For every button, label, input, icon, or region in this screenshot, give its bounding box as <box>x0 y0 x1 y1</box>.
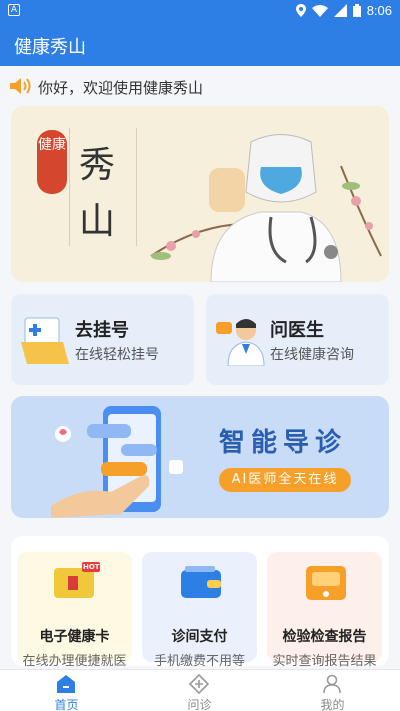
health-card-service[interactable]: HOT 电子健康卡 在线办理便捷就医 <box>17 552 132 669</box>
health-card-subtitle: 在线办理便捷就医 <box>22 654 127 669</box>
tab-home-label: 首页 <box>54 698 79 711</box>
consult-icon <box>188 674 210 694</box>
tab-home[interactable]: 首页 <box>0 670 133 711</box>
banner-char-2: 山 <box>79 201 116 242</box>
notification-badge: A <box>8 4 20 16</box>
banner-char-1: 秀 <box>79 145 116 186</box>
report-service[interactable]: 检验检查报告 实时查询报告结果 <box>267 552 382 669</box>
bottom-tab-bar: 首页 问诊 我的 <box>0 669 400 711</box>
registration-icon <box>21 317 69 364</box>
wifi-icon <box>311 4 328 17</box>
home-icon <box>57 675 75 693</box>
person-icon <box>323 674 341 694</box>
tab-profile-label: 我的 <box>320 698 345 711</box>
ask-doctor-subtitle: 在线健康咨询 <box>270 347 354 363</box>
welcome-text: 你好，欢迎使用健康秀山 <box>38 79 204 97</box>
hero-banner[interactable]: 健康 秀 山 <box>11 106 389 282</box>
page-title: 健康秀山 <box>14 37 86 58</box>
battery-icon <box>352 4 361 17</box>
smart-guide-title: 智能导诊 <box>219 428 348 458</box>
location-icon <box>295 4 306 17</box>
payment-service[interactable]: 诊间支付 手机缴费不用等 <box>142 552 257 669</box>
payment-title: 诊间支付 <box>171 629 228 645</box>
welcome-notice: 你好，欢迎使用健康秀山 <box>0 66 400 106</box>
smart-guide-banner[interactable]: 智能导诊 AI医师全天在线 <box>11 396 389 518</box>
status-bar: A 8:06 <box>0 0 400 22</box>
tab-consult[interactable]: 问诊 <box>133 670 266 711</box>
report-icon <box>306 566 346 600</box>
doctor-icon <box>216 319 265 366</box>
tab-consult-label: 问诊 <box>187 698 212 711</box>
register-card[interactable]: 去挂号 在线轻松挂号 <box>11 294 194 385</box>
hot-badge: HOT <box>83 563 100 571</box>
clock: 8:06 <box>366 3 392 18</box>
ask-doctor-title: 问医生 <box>270 320 324 341</box>
doctor-illustration <box>209 134 342 282</box>
smart-guide-tag: AI医师全天在线 <box>219 468 351 492</box>
register-title: 去挂号 <box>75 320 129 341</box>
payment-subtitle: 手机缴费不用等 <box>153 654 245 669</box>
signal-icon <box>333 4 347 17</box>
app-bar: 健康秀山 <box>0 22 400 66</box>
ask-doctor-card[interactable]: 问医生 在线健康咨询 <box>206 294 389 385</box>
report-subtitle: 实时查询报告结果 <box>272 654 377 669</box>
report-title: 检验检查报告 <box>282 629 367 645</box>
register-subtitle: 在线轻松挂号 <box>75 347 159 363</box>
wallet-icon <box>181 566 221 598</box>
services-panel: HOT 电子健康卡 在线办理便捷就医 诊间支付 手机缴费不用等 检验检查报告 实… <box>11 536 389 669</box>
tab-profile[interactable]: 我的 <box>266 670 399 711</box>
seal-stamp: 健康 <box>37 130 67 194</box>
health-card-title: 电子健康卡 <box>39 629 110 645</box>
status-icons: 8:06 <box>295 3 392 18</box>
speaker-icon <box>10 78 31 94</box>
phone-chat-illustration <box>51 406 183 518</box>
